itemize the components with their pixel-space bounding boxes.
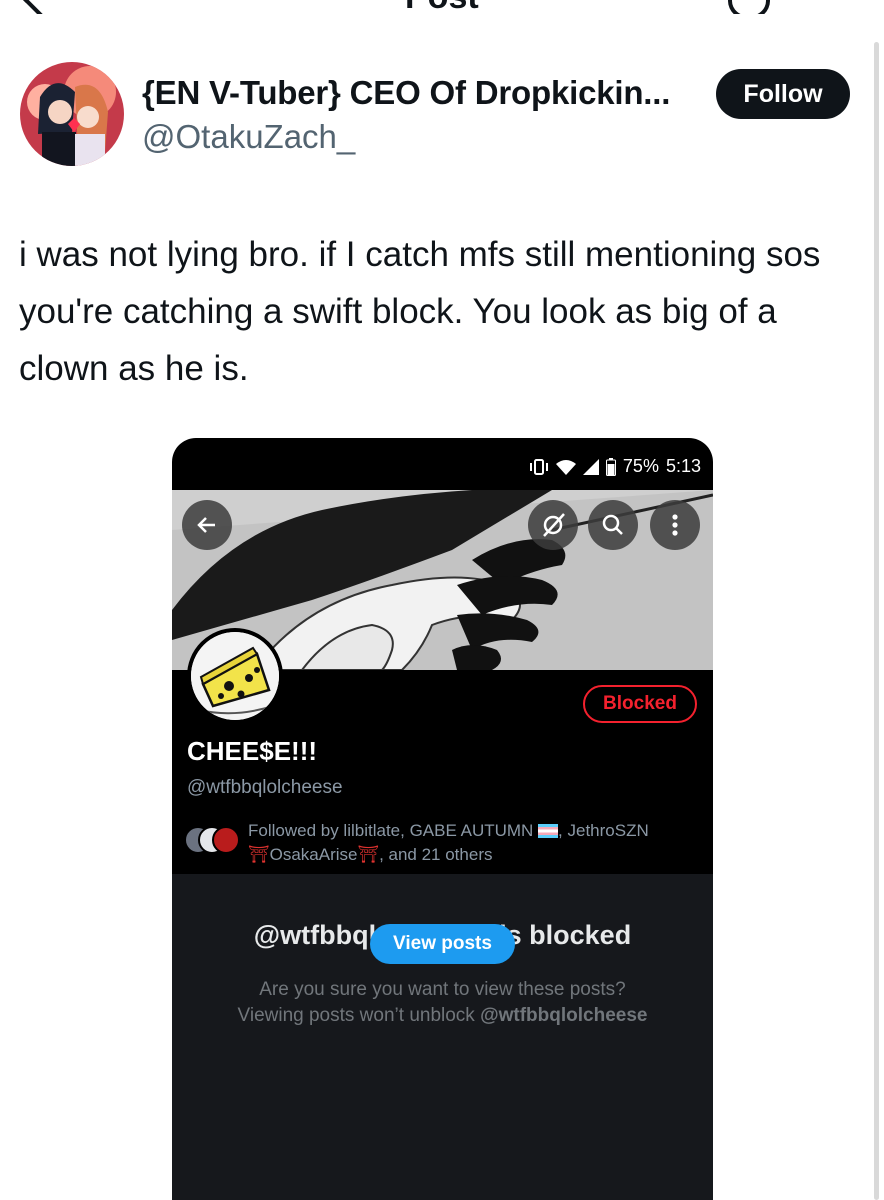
blocked-notice-handle: @wtfbbqlolcheese — [480, 1005, 648, 1026]
followed-by-suffix: , and 21 others — [379, 845, 493, 864]
scrollbar[interactable] — [874, 42, 879, 1200]
search-icon — [602, 514, 623, 535]
arrow-left-icon — [197, 517, 215, 533]
follower-avatar — [212, 826, 240, 854]
blocked-button[interactable]: Blocked — [583, 685, 697, 723]
signal-icon — [582, 458, 599, 475]
back-button[interactable] — [182, 500, 232, 550]
followed-by-prefix: Followed by lilbitlate, GABE AUTUMN — [248, 821, 539, 840]
battery-icon — [605, 457, 616, 476]
more-vertical-icon — [672, 514, 678, 536]
view-posts-button[interactable]: View posts — [370, 924, 515, 964]
blocked-notice-description: Are you sure you want to view these post… — [172, 977, 713, 1029]
page-title: Post — [405, 0, 479, 14]
followed-by-text[interactable]: Followed by lilbitlate, GABE AUTUMN , Je… — [248, 819, 688, 867]
status-bar: 75% 5:13 — [529, 456, 701, 477]
author-avatar[interactable] — [20, 62, 124, 166]
battery-percent: 75% — [622, 456, 659, 476]
vibrate-icon — [529, 458, 548, 475]
grok-button[interactable] — [528, 500, 578, 550]
blocked-notice-line2: Viewing posts won’t unblock — [237, 1005, 481, 1026]
blocked-notice-line1: Are you sure you want to view these post… — [259, 979, 626, 1000]
profile-avatar[interactable] — [187, 628, 283, 724]
top-bar: Post — [0, 0, 884, 14]
post-text: i was not lying bro. if I catch mfs stil… — [19, 235, 821, 388]
blocked-notice-panel: @wtfbbqlolcheese is blocked Are you sure… — [172, 874, 713, 1200]
search-button[interactable] — [588, 500, 638, 550]
profile-display-name: CHEE$E!!! — [187, 736, 318, 766]
back-arrow-icon[interactable] — [23, 0, 57, 14]
followed-by-name2: OsakaArise — [269, 845, 358, 864]
profile-handle: @wtfbbqlolcheese — [187, 777, 343, 798]
followed-by-mid: , JethroSZN — [558, 821, 649, 840]
follow-button[interactable]: Follow — [716, 69, 850, 119]
clock: 5:13 — [665, 456, 701, 476]
author-handle[interactable]: @OtakuZach_ — [142, 118, 355, 156]
embedded-screenshot[interactable]: 75% 5:13 Blocked CHEE$E!!! @wtfbbqlolche… — [172, 438, 713, 1200]
grok-icon[interactable] — [728, 0, 770, 14]
wifi-icon — [555, 459, 576, 475]
torii-icon: ⛩ — [248, 845, 270, 864]
trans-flag-icon — [538, 824, 559, 838]
more-button[interactable] — [650, 500, 700, 550]
author-name[interactable]: {EN V-Tuber} CEO Of Dropkickin... — [142, 74, 670, 112]
grok-icon — [543, 513, 565, 537]
torii-icon: ⛩ — [357, 845, 380, 864]
